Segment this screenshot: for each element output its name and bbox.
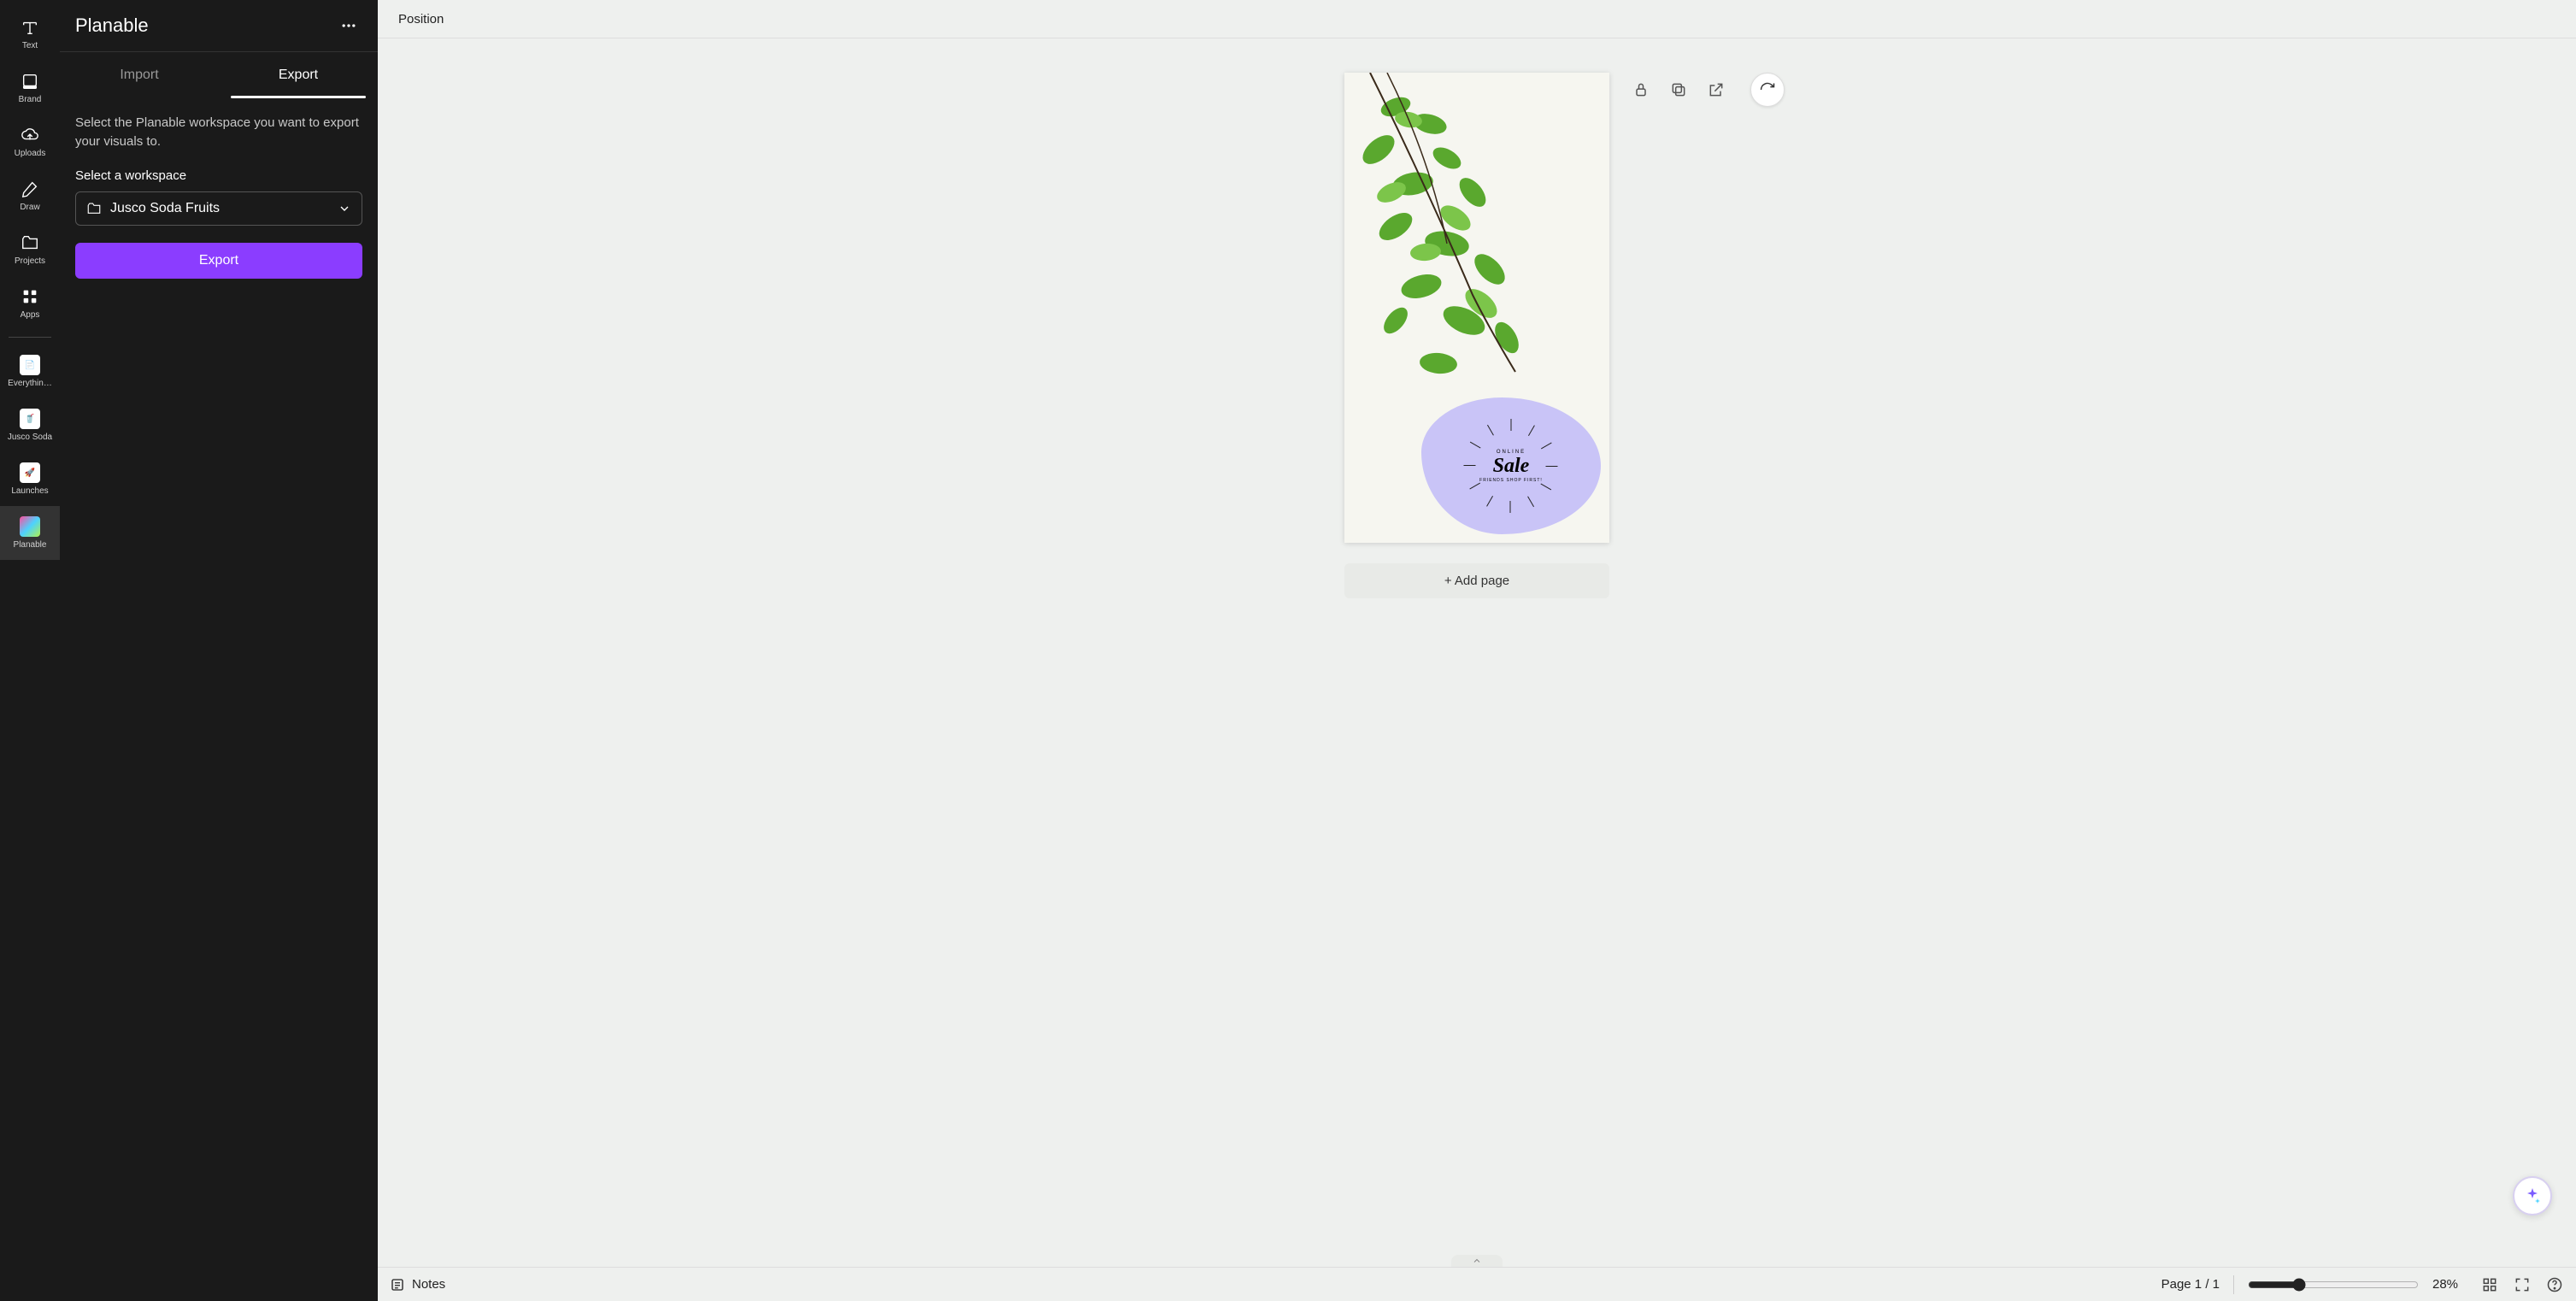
export-button[interactable]: Export <box>75 243 362 279</box>
panel-body: Select the Planable workspace you want t… <box>60 98 378 294</box>
recent-item-launches[interactable]: 🚀 Launches <box>0 452 60 506</box>
projects-icon <box>20 233 40 253</box>
nav-item-draw[interactable]: Draw <box>0 168 60 222</box>
help-icon <box>2546 1276 2563 1293</box>
recent-label: Everythin… <box>8 379 52 388</box>
doc-thumbnail-icon: 📄 <box>20 355 40 375</box>
nav-item-uploads[interactable]: Uploads <box>0 115 60 168</box>
recent-label: Jusco Soda <box>8 433 52 442</box>
sale-blob: ONLINE Sale FRIENDS SHOP FIRST! <box>1421 397 1601 534</box>
draw-icon <box>20 179 40 199</box>
canvas-floating-toolbar <box>1631 73 1785 107</box>
canvas-viewport[interactable]: ONLINE Sale FRIENDS SHOP FIRST! + Add pa… <box>378 38 2576 1267</box>
planable-app-icon <box>20 516 40 537</box>
sale-tagline: FRIENDS SHOP FIRST! <box>1479 478 1543 483</box>
lock-button[interactable] <box>1631 79 1651 100</box>
panel-title: Planable <box>75 15 149 37</box>
chevron-down-icon <box>338 202 351 215</box>
tab-export[interactable]: Export <box>219 52 378 98</box>
nav-item-text[interactable]: Text <box>0 7 60 61</box>
doc-thumbnail-icon: 🚀 <box>20 462 40 483</box>
workspace-label: Select a workspace <box>75 168 362 183</box>
recent-label: Planable <box>14 540 47 550</box>
recent-item-jusco[interactable]: 🥤 Jusco Soda <box>0 398 60 452</box>
zoom-range-input[interactable] <box>2248 1278 2419 1292</box>
fullscreen-button[interactable] <box>2513 1275 2532 1294</box>
design-artboard[interactable]: ONLINE Sale FRIENDS SHOP FIRST! <box>1344 73 1609 543</box>
nav-label: Draw <box>20 203 39 212</box>
notes-icon <box>390 1277 405 1292</box>
fullscreen-icon <box>2514 1276 2531 1293</box>
panel-tabs: Import Export <box>60 52 378 98</box>
recent-label: Launches <box>11 486 48 496</box>
brand-icon <box>20 71 40 91</box>
notes-button[interactable]: Notes <box>390 1277 445 1292</box>
refresh-button[interactable] <box>1750 73 1785 107</box>
recent-item-planable[interactable]: Planable <box>0 506 60 560</box>
export-description: Select the Planable workspace you want t… <box>75 114 362 151</box>
doc-thumbnail-icon: 🥤 <box>20 409 40 429</box>
nav-label: Text <box>22 41 38 50</box>
canvas-topbar: Position <box>378 0 2576 38</box>
timeline-expand-handle[interactable] <box>1451 1255 1503 1267</box>
position-button[interactable]: Position <box>391 7 450 32</box>
nav-label: Uploads <box>15 149 46 158</box>
zoom-value: 28% <box>2432 1277 2467 1292</box>
leaves-image <box>1344 73 1532 389</box>
refresh-icon <box>1759 81 1776 98</box>
panel-header: Planable <box>60 0 378 51</box>
nav-item-apps[interactable]: Apps <box>0 276 60 330</box>
sunburst-decoration: ONLINE Sale FRIENDS SHOP FIRST! <box>1460 415 1562 517</box>
nav-item-brand[interactable]: Brand <box>0 61 60 115</box>
notes-label: Notes <box>412 1277 445 1292</box>
zoom-slider[interactable] <box>2248 1278 2419 1292</box>
duplicate-button[interactable] <box>1668 79 1689 100</box>
nav-divider <box>9 337 51 338</box>
uploads-icon <box>20 125 40 145</box>
more-horizontal-icon <box>340 17 357 34</box>
nav-label: Projects <box>15 256 45 266</box>
divider <box>2233 1275 2234 1294</box>
recent-item-everything[interactable]: 📄 Everythin… <box>0 344 60 398</box>
apps-icon <box>20 286 40 307</box>
folder-icon <box>86 201 102 216</box>
left-nav-rail: Text Brand Uploads Draw Projects Apps 📄 … <box>0 0 60 1301</box>
workspace-dropdown[interactable]: Jusco Soda Fruits <box>75 191 362 226</box>
magic-assist-button[interactable] <box>2513 1176 2552 1216</box>
grid-view-button[interactable] <box>2480 1275 2499 1294</box>
sale-text-group: ONLINE Sale FRIENDS SHOP FIRST! <box>1479 450 1543 483</box>
tab-import[interactable]: Import <box>60 52 219 98</box>
grid-icon <box>2481 1276 2498 1293</box>
bottom-bar: Notes Page 1 / 1 28% <box>378 1267 2576 1301</box>
chevron-up-icon <box>1472 1256 1482 1266</box>
page-indicator: Page 1 / 1 <box>2161 1277 2220 1292</box>
nav-label: Apps <box>21 310 40 320</box>
canvas-area: Position <box>378 0 2576 1301</box>
lock-icon <box>1632 81 1650 98</box>
text-icon <box>20 17 40 38</box>
nav-item-projects[interactable]: Projects <box>0 222 60 276</box>
add-page-button[interactable]: + Add page <box>1344 563 1609 598</box>
share-button[interactable] <box>1706 79 1726 100</box>
external-link-icon <box>1708 81 1725 98</box>
nav-label: Brand <box>19 95 42 104</box>
side-panel: Planable Import Export Select the Planab… <box>60 0 378 1301</box>
panel-more-button[interactable] <box>335 12 362 39</box>
help-button[interactable] <box>2545 1275 2564 1294</box>
sparkle-icon <box>2522 1186 2543 1206</box>
copy-icon <box>1670 81 1687 98</box>
workspace-value: Jusco Soda Fruits <box>110 201 220 216</box>
sale-title: Sale <box>1479 455 1543 478</box>
